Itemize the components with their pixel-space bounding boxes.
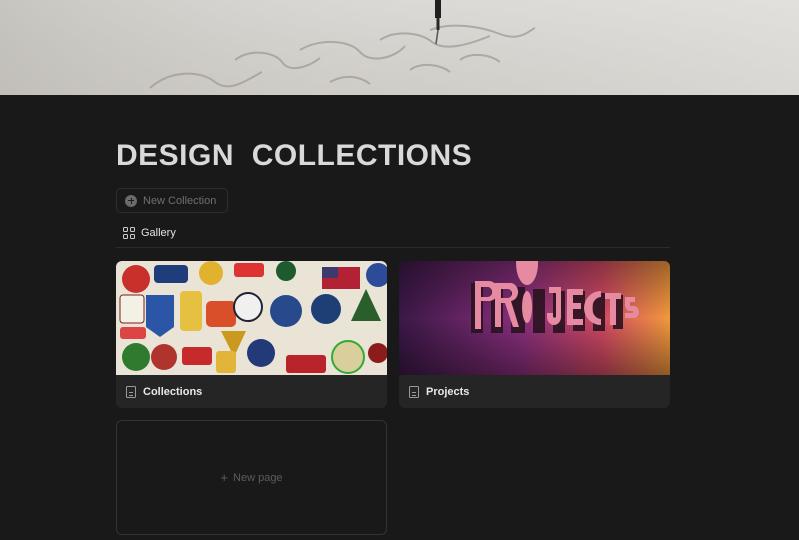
new-collection-button[interactable]: New Collection — [116, 188, 228, 213]
gallery-grid-icon — [123, 227, 135, 239]
tab-gallery-label: Gallery — [141, 227, 176, 239]
card-title: Collections — [143, 386, 203, 398]
divider — [116, 247, 670, 248]
new-page-button[interactable]: + New page — [116, 420, 387, 535]
tab-gallery[interactable]: Gallery — [123, 223, 176, 243]
page-content: DESIGN COLLECTIONS New Collection Galler… — [116, 95, 670, 540]
page-icon — [126, 386, 136, 398]
new-page-label: New page — [233, 471, 283, 484]
gallery-card-projects[interactable]: Projects — [399, 261, 670, 408]
page-icon — [409, 386, 419, 398]
plus-icon: + — [220, 470, 229, 485]
card-title: Projects — [426, 386, 470, 398]
projects-thumbnail — [399, 261, 670, 375]
card-title-row: Collections — [126, 383, 202, 401]
card-title-row: Projects — [409, 383, 469, 401]
gallery-card-collections[interactable]: Collections — [116, 261, 387, 408]
patches-thumbnail — [116, 261, 387, 375]
cover-image — [0, 0, 799, 95]
new-collection-label: New Collection — [143, 194, 217, 207]
page-title: DESIGN COLLECTIONS — [116, 139, 473, 172]
plus-circle-icon — [125, 194, 137, 207]
